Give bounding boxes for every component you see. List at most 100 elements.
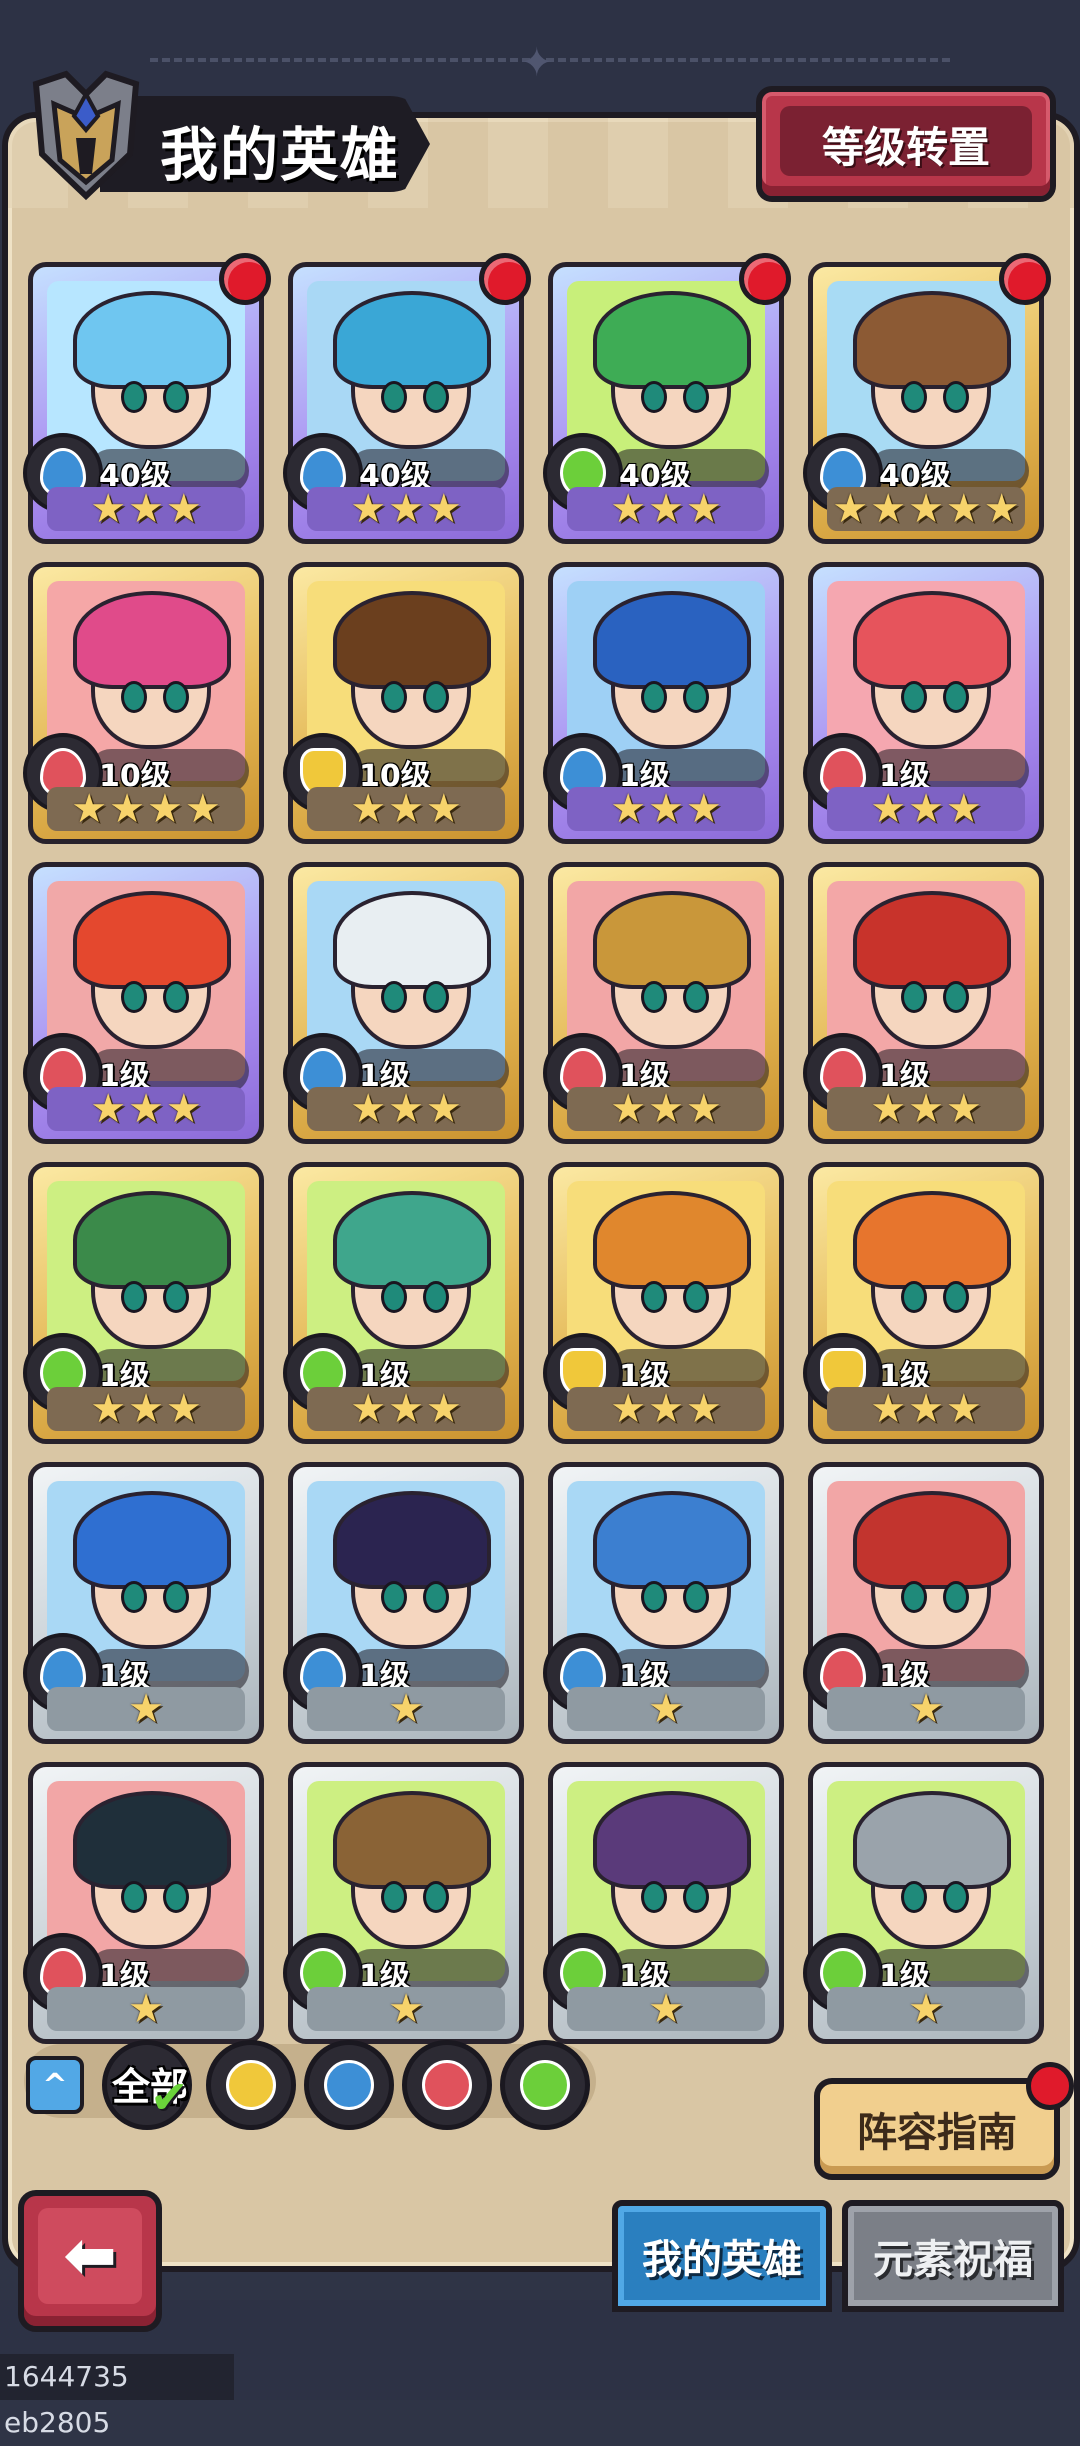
hero-card[interactable]: 1级 ★ ★ ★ [803, 862, 1044, 1144]
star-icon: ★ [388, 1986, 424, 2032]
hero-card[interactable]: 1级 ★ [803, 1762, 1044, 2044]
hero-card[interactable]: 1级 ★ [23, 1462, 264, 1744]
star-rating: ★ [827, 1987, 1025, 2031]
hero-card[interactable]: 1级 ★ [23, 1762, 264, 2044]
back-button[interactable]: ⬅ [18, 2190, 162, 2332]
hero-eye [683, 381, 709, 413]
star-icon: ★ [425, 486, 462, 532]
notification-dot [739, 253, 791, 305]
star-icon: ★ [610, 786, 647, 832]
hero-hair [593, 1491, 751, 1589]
star-icon: ★ [685, 786, 722, 832]
hero-card[interactable]: 40级 ★ ★ ★ [283, 253, 531, 544]
hero-eye [381, 981, 407, 1013]
hero-eye [901, 1881, 927, 1913]
hero-eye [163, 981, 189, 1013]
hero-card[interactable]: 10级 ★ ★ ★ ★ [23, 562, 264, 844]
tab-element-blessing[interactable]: 元素祝福 [842, 2200, 1064, 2312]
hero-card[interactable]: 10级 ★ ★ ★ [283, 562, 524, 844]
hero-card[interactable]: 1级 ★ ★ ★ [803, 562, 1044, 844]
star-icon: ★ [350, 486, 387, 532]
filter-wind-button[interactable] [500, 2040, 590, 2130]
star-icon: ★ [388, 1386, 424, 1432]
hero-card[interactable]: 40级 ★ ★ ★ ★ ★ [803, 253, 1051, 544]
hero-hair [593, 291, 751, 389]
hero-card[interactable]: 1级 ★ [283, 1762, 524, 2044]
collapse-filter-button[interactable]: ^ [26, 2056, 84, 2114]
hero-eye [641, 981, 667, 1013]
hero-card[interactable]: 1级 ★ ★ ★ [543, 862, 784, 1144]
hero-hair [333, 1791, 491, 1889]
tab-my-heroes[interactable]: 我的英雄 [612, 2200, 832, 2312]
hero-eye [901, 1581, 927, 1613]
star-icon: ★ [90, 486, 127, 532]
hero-card[interactable]: 1级 ★ ★ ★ [283, 862, 524, 1144]
hero-hair [333, 891, 491, 989]
star-icon: ★ [388, 486, 424, 532]
hero-eye [423, 1281, 449, 1313]
filter-fire-button[interactable] [402, 2040, 492, 2130]
star-icon: ★ [165, 1086, 202, 1132]
hero-hair [73, 891, 231, 989]
hero-card[interactable]: 1级 ★ ★ ★ [543, 1162, 784, 1444]
hero-card[interactable]: 1级 ★ [543, 1462, 784, 1744]
notification-dot [999, 253, 1051, 305]
hero-hair [853, 891, 1011, 989]
star-rating: ★ [47, 1987, 245, 2031]
hero-hair [853, 1491, 1011, 1589]
star-icon: ★ [147, 786, 183, 832]
hero-card[interactable]: 1级 ★ ★ ★ [543, 562, 784, 844]
hero-eye [163, 681, 189, 713]
star-icon: ★ [90, 1086, 127, 1132]
hero-card[interactable]: 40级 ★ ★ ★ [543, 253, 791, 544]
star-icon: ★ [425, 786, 462, 832]
star-icon: ★ [685, 486, 722, 532]
hero-card[interactable]: 1级 ★ ★ ★ [803, 1162, 1044, 1444]
star-icon: ★ [128, 1986, 164, 2032]
star-rating: ★ ★ ★ [567, 487, 765, 531]
filter-water-button[interactable] [304, 2040, 394, 2130]
earth-element-icon [226, 2060, 276, 2110]
hero-hair [853, 291, 1011, 389]
hero-eye [943, 1581, 969, 1613]
build-id-label: 1644735 eb2805 [0, 2354, 234, 2439]
hero-hair [333, 1491, 491, 1589]
hero-hair [593, 891, 751, 989]
hero-hair [853, 591, 1011, 689]
hero-card[interactable]: 1级 ★ ★ ★ [283, 1162, 524, 1444]
star-rating: ★ ★ ★ [567, 787, 765, 831]
hero-card[interactable]: 40级 ★ ★ ★ [23, 253, 271, 544]
star-icon: ★ [983, 486, 1020, 532]
star-rating: ★ [567, 1687, 765, 1731]
check-icon: ✔ [150, 2070, 189, 2124]
hero-card[interactable]: 1级 ★ [543, 1762, 784, 2044]
star-rating: ★ [827, 1687, 1025, 1731]
water-element-icon [324, 2060, 374, 2110]
hero-card[interactable]: 1级 ★ [803, 1462, 1044, 1744]
star-icon: ★ [425, 1086, 462, 1132]
star-rating: ★ ★ ★ [47, 1087, 245, 1131]
hero-eye [381, 1581, 407, 1613]
star-icon: ★ [945, 1386, 982, 1432]
lineup-guide-button[interactable]: 阵容指南 [814, 2078, 1060, 2180]
hero-card[interactable]: 1级 ★ ★ ★ [23, 862, 264, 1144]
star-rating: ★ ★ ★ [827, 1387, 1025, 1431]
hero-card[interactable]: 1级 ★ ★ ★ [23, 1162, 264, 1444]
star-icon: ★ [648, 786, 684, 832]
star-icon: ★ [908, 1986, 944, 2032]
level-transfer-button[interactable]: 等级转置 [756, 86, 1056, 202]
hero-eye [943, 1281, 969, 1313]
star-rating: ★ ★ ★ [567, 1087, 765, 1131]
hero-eye [163, 1581, 189, 1613]
hero-card[interactable]: 1级 ★ [283, 1462, 524, 1744]
hero-eye [943, 381, 969, 413]
hero-eye [423, 981, 449, 1013]
notification-dot [1026, 2062, 1074, 2110]
star-icon: ★ [350, 1086, 387, 1132]
hero-eye [641, 381, 667, 413]
hero-eye [943, 681, 969, 713]
filter-earth-button[interactable] [206, 2040, 296, 2130]
star-icon: ★ [128, 1386, 164, 1432]
star-icon: ★ [184, 786, 221, 832]
hero-eye [423, 1581, 449, 1613]
